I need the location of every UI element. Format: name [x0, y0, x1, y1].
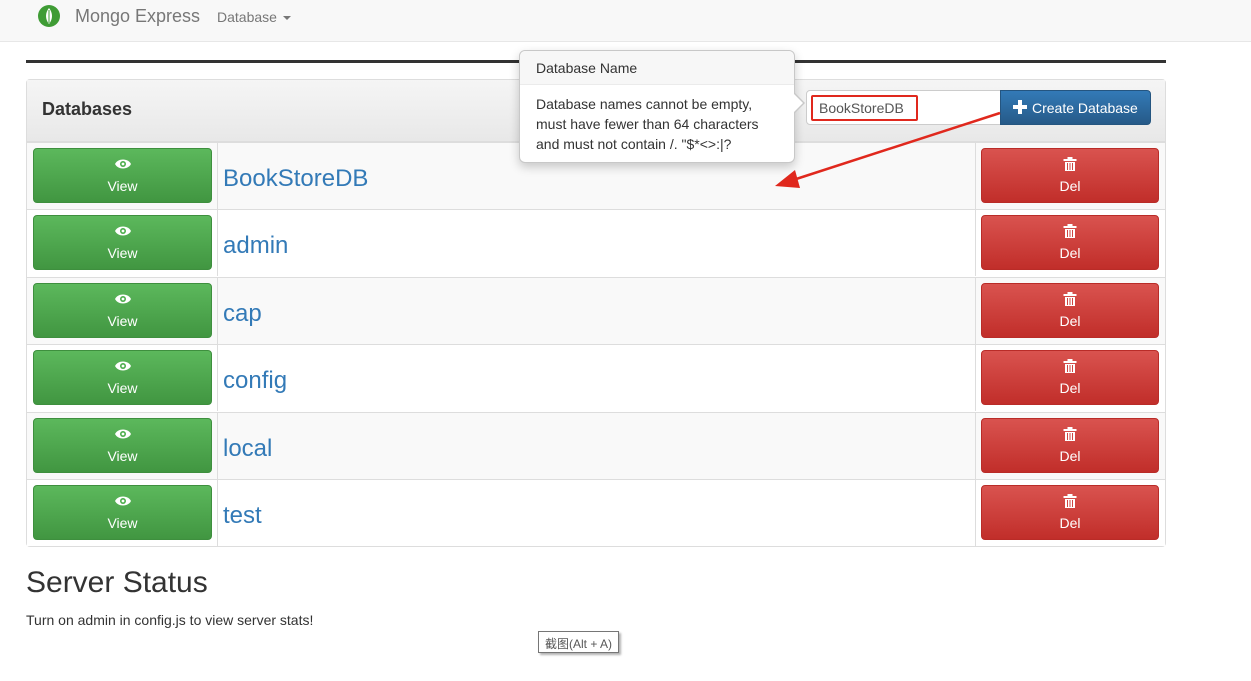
cell-divider	[217, 210, 218, 277]
table-row: View local Del	[27, 411, 1165, 479]
cell-divider	[217, 412, 218, 479]
plus-icon	[1013, 100, 1027, 117]
database-link[interactable]: cap	[223, 300, 262, 328]
view-label: View	[107, 178, 138, 194]
view-label: View	[107, 515, 138, 531]
create-database-button[interactable]: Create Database	[1000, 90, 1151, 125]
database-link[interactable]: config	[223, 367, 287, 395]
delete-label: Del	[1059, 515, 1081, 531]
delete-button[interactable]: Del	[981, 215, 1159, 271]
screenshot-tooltip: 截图(Alt + A)	[538, 631, 620, 653]
eye-icon	[114, 427, 131, 443]
trash-icon	[1063, 359, 1077, 376]
trash-icon	[1063, 291, 1077, 309]
database-link[interactable]: admin	[223, 232, 288, 260]
delete-button[interactable]: Del	[981, 417, 1159, 473]
view-label: View	[107, 447, 138, 464]
view-button[interactable]: View	[33, 350, 212, 406]
cell-divider	[975, 210, 976, 277]
database-dropdown[interactable]: Database	[217, 9, 291, 25]
table-row: View test Del	[27, 479, 1165, 546]
database-name-input[interactable]	[811, 95, 918, 121]
eye-icon	[114, 494, 131, 510]
view-button[interactable]: View	[33, 148, 212, 203]
table-row: View admin Del	[27, 209, 1165, 277]
cell-divider	[975, 480, 976, 546]
cell-divider	[217, 345, 218, 412]
view-button[interactable]: View	[33, 215, 212, 271]
eye-icon	[114, 157, 131, 173]
view-label: View	[107, 312, 138, 329]
trash-icon	[1063, 157, 1077, 174]
delete-label: Del	[1059, 380, 1081, 397]
server-status-heading: Server Status	[26, 566, 208, 599]
panel-title: Databases	[42, 99, 133, 119]
trash-icon	[1063, 426, 1077, 444]
view-label: View	[107, 380, 138, 397]
database-dropdown-label: Database	[217, 9, 277, 25]
view-button[interactable]: View	[33, 417, 212, 473]
delete-button[interactable]: Del	[981, 350, 1159, 406]
database-link[interactable]: local	[223, 435, 272, 463]
table-row: View config Del	[27, 344, 1165, 412]
table-row: View cap Del	[27, 276, 1165, 344]
mongo-leaf-icon[interactable]	[38, 5, 60, 27]
cell-divider	[217, 277, 218, 344]
popover-line: and must not contain /. "$*<>:|?	[536, 136, 732, 152]
eye-icon	[114, 224, 131, 240]
cell-divider	[217, 480, 218, 546]
popover-line: Database names cannot be empty,	[536, 96, 753, 112]
view-button[interactable]: View	[33, 485, 212, 540]
popover-line: must have fewer than 64 characters	[536, 116, 759, 132]
delete-label: Del	[1059, 245, 1081, 262]
popover-title: Database Name	[520, 51, 794, 85]
delete-button[interactable]: Del	[981, 148, 1159, 203]
view-label: View	[107, 245, 138, 262]
cell-divider	[217, 143, 218, 209]
cell-divider	[975, 143, 976, 209]
delete-label: Del	[1059, 178, 1081, 194]
database-link[interactable]: BookStoreDB	[223, 165, 368, 193]
delete-label: Del	[1059, 312, 1081, 329]
top-navbar: Mongo Express Database	[0, 0, 1251, 42]
popover-content: Database names cannot be empty, must hav…	[536, 94, 786, 154]
database-link[interactable]: test	[223, 502, 262, 530]
cell-divider	[975, 412, 976, 479]
database-name-input-group	[806, 90, 1002, 125]
server-status-note: Turn on admin in config.js to view serve…	[26, 612, 314, 628]
caret-down-icon	[282, 16, 291, 21]
trash-icon	[1063, 224, 1077, 241]
delete-label: Del	[1059, 447, 1081, 464]
eye-icon	[114, 359, 131, 375]
cell-divider	[975, 277, 976, 344]
delete-button[interactable]: Del	[981, 282, 1159, 338]
view-button[interactable]: View	[33, 282, 212, 338]
popover-arrow-fill	[793, 93, 803, 113]
create-database-label: Create Database	[1032, 100, 1138, 116]
cell-divider	[975, 345, 976, 412]
trash-icon	[1063, 494, 1077, 511]
brand-title[interactable]: Mongo Express	[75, 6, 200, 27]
delete-button[interactable]: Del	[981, 485, 1159, 540]
eye-icon	[114, 292, 131, 308]
database-name-popover: Database Name Database names cannot be e…	[519, 50, 795, 163]
